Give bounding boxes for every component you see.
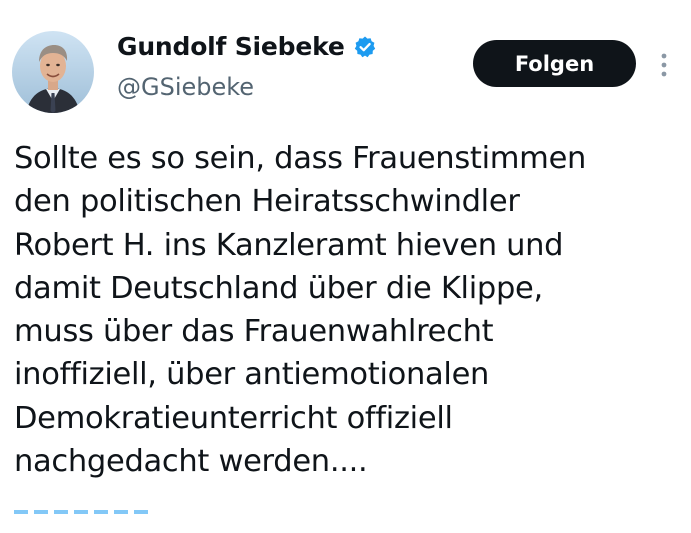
verified-badge-icon[interactable]: [353, 35, 377, 59]
tweet-text-line: nachgedacht werden....: [14, 444, 368, 480]
more-vertical-icon[interactable]: [657, 50, 671, 80]
tweet-body: Sollte es so sein, dass Frauenstimmen de…: [14, 137, 679, 483]
follow-button[interactable]: Folgen: [473, 40, 636, 87]
author-name-row: Gundolf Siebeke: [117, 32, 377, 61]
avatar[interactable]: [12, 31, 94, 113]
tweet-text-line: Sollte es so sein, dass Frauenstimmen: [14, 141, 587, 176]
display-name[interactable]: Gundolf Siebeke: [117, 32, 345, 61]
cut-off-translate-link[interactable]: [14, 504, 164, 516]
tweet-text-line: inoffiziell, über antiemotionalen: [14, 357, 490, 393]
tweet-card: Gundolf Siebeke @GSiebeke Folgen Sollte …: [0, 0, 691, 533]
tweet-text-line: muss über das Frauenwahlrecht: [14, 314, 494, 350]
author-handle[interactable]: @GSiebeke: [117, 73, 254, 101]
tweet-text-line: Robert H. ins Kanzleramt hieven und: [14, 227, 564, 263]
tweet-text-line: damit Deutschland über die Klippe,: [14, 270, 543, 306]
tweet-text-line: Demokratieunterricht offiziell: [14, 400, 453, 436]
avatar-photo-icon: [12, 31, 94, 113]
tweet-text-line: den politischen Heiratsschwindler: [14, 184, 520, 220]
